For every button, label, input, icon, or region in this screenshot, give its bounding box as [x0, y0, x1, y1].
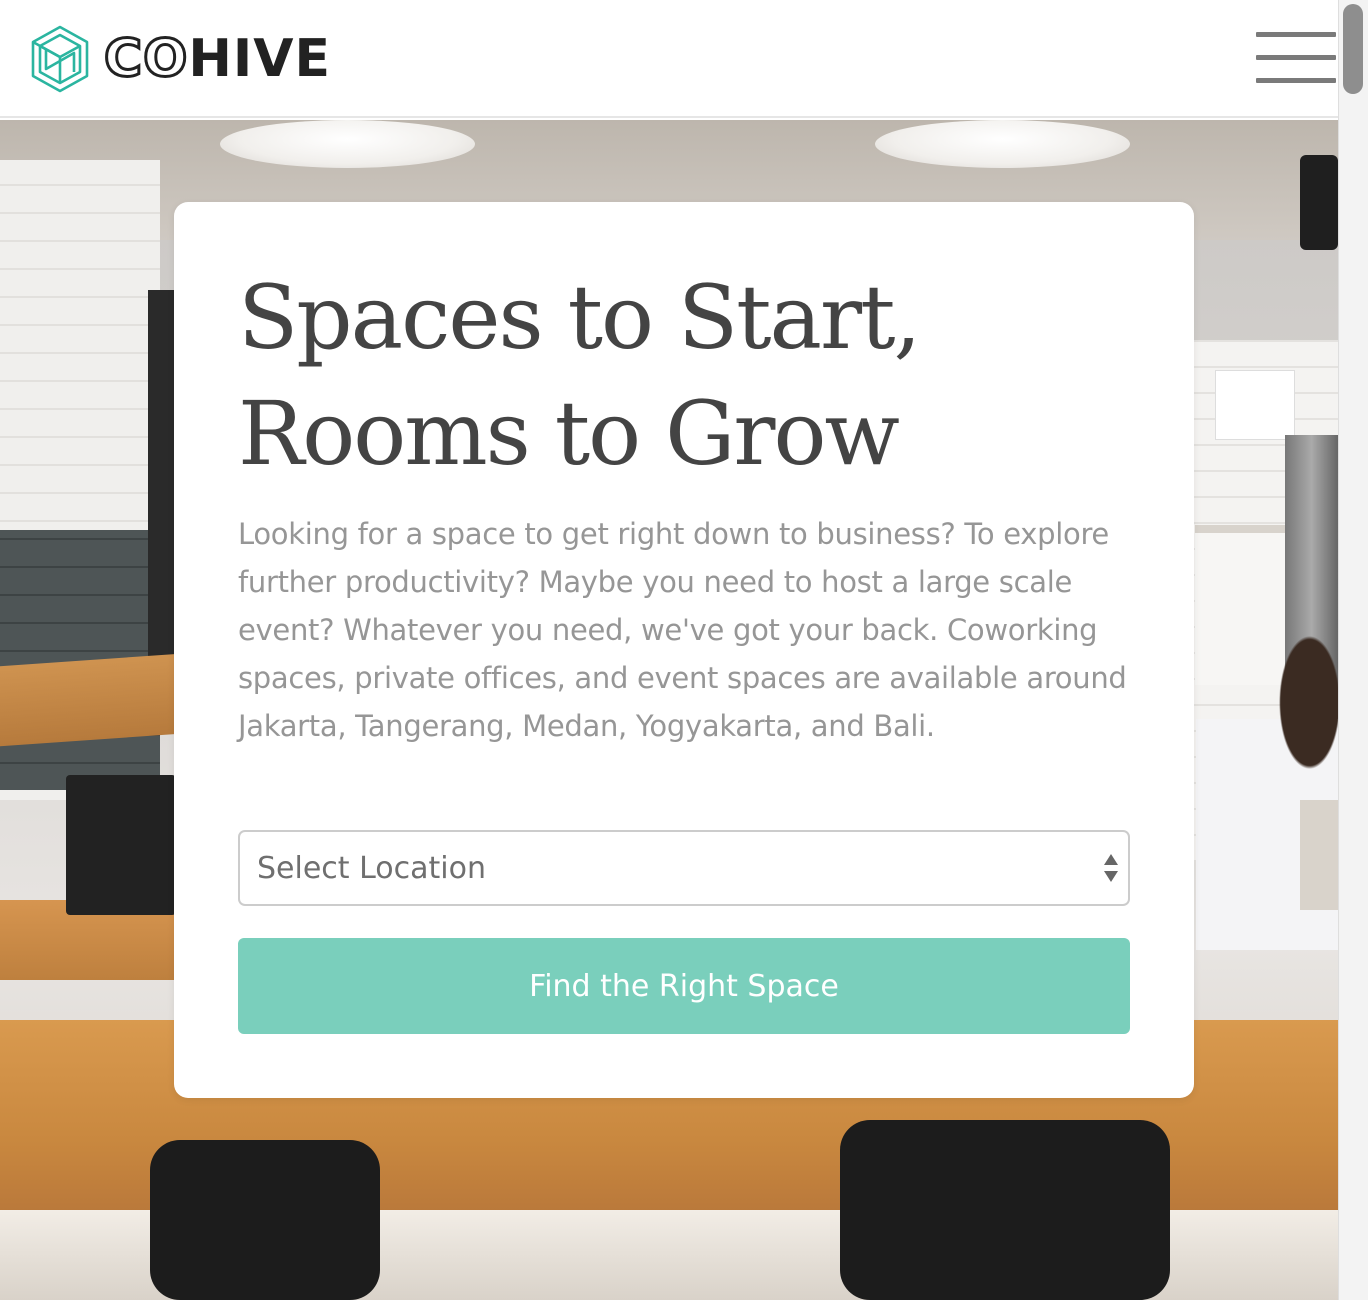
- hero-card: Spaces to Start, Rooms to Grow Looking f…: [174, 202, 1194, 1098]
- cohive-wordmark: CO HIVE: [102, 29, 332, 89]
- kitchen-cabinet: [1215, 370, 1295, 440]
- find-space-button[interactable]: Find the Right Space: [238, 938, 1130, 1034]
- laptop: [66, 775, 176, 915]
- scrollbar-thumb[interactable]: [1343, 4, 1363, 94]
- location-select-value: Select Location: [257, 851, 486, 886]
- hero-description: Looking for a space to get right down to…: [238, 517, 1127, 743]
- scrollbar[interactable]: [1338, 0, 1368, 1300]
- cohive-logo-icon: [31, 25, 89, 93]
- office-chair: [150, 1140, 380, 1300]
- hamburger-bar: [1256, 78, 1336, 83]
- location-select[interactable]: Select Location: [238, 830, 1130, 906]
- headline-line-1: Spaces to Start,: [238, 266, 921, 369]
- hamburger-bar: [1256, 32, 1336, 37]
- speaker: [1300, 155, 1338, 250]
- logo-hive-text: HIVE: [188, 29, 332, 89]
- laptop: [1300, 800, 1338, 910]
- pendant-lamp: [220, 120, 475, 168]
- page-title: Spaces to Start, Rooms to Grow: [238, 260, 998, 492]
- hamburger-bar: [1256, 55, 1336, 60]
- office-chair: [840, 1120, 1170, 1300]
- headline-line-2: Rooms to Grow: [238, 382, 900, 485]
- pendant-lamp: [875, 120, 1130, 168]
- site-header: CO HIVE: [0, 0, 1338, 118]
- arrow-up-icon: [1104, 854, 1118, 865]
- cohive-logo[interactable]: CO HIVE: [30, 24, 331, 94]
- arrow-down-icon: [1104, 871, 1118, 882]
- hamburger-menu-icon[interactable]: [1256, 30, 1336, 86]
- select-arrows-icon: [1104, 854, 1118, 884]
- logo-co-text: CO: [102, 29, 189, 89]
- desk: [0, 653, 180, 747]
